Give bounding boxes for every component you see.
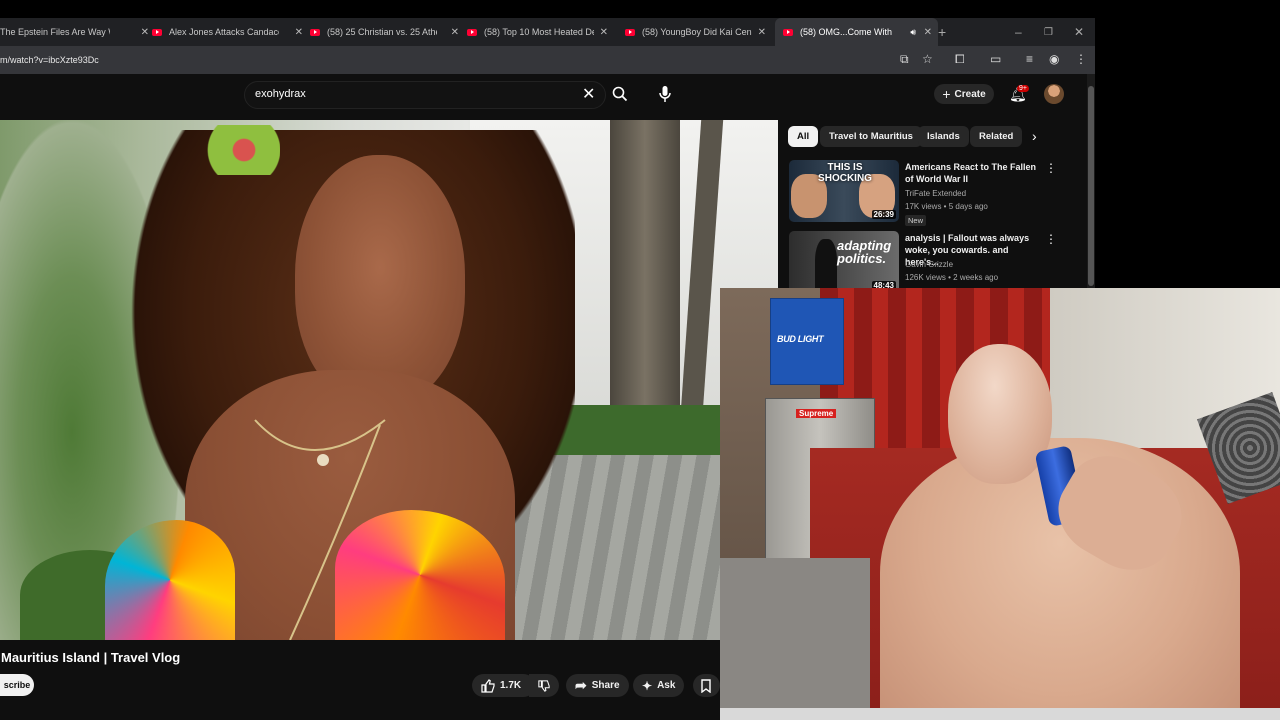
tab-2[interactable]: Alex Jones Attacks Candace Owens ✕ — [152, 18, 309, 46]
mic-icon[interactable] — [655, 84, 675, 104]
recommendation-meta: 17K views • 5 days ago — [905, 202, 988, 211]
chevron-right-icon[interactable]: › — [1032, 128, 1037, 144]
recommendation-channel[interactable]: Gavin Grizzle — [905, 259, 953, 271]
notification-badge: 9+ — [1017, 85, 1029, 92]
like-count: 1.7K — [500, 680, 522, 691]
thumbnail-text: THIS IS SHOCKING — [818, 162, 872, 184]
palm-trunk-image — [610, 120, 680, 420]
video-thumbnail[interactable]: adapting politics. 48:43 — [789, 231, 899, 293]
scrollbar-thumb[interactable] — [1088, 86, 1094, 286]
close-window-icon[interactable]: ✕ — [1074, 18, 1084, 46]
clear-search-icon[interactable]: ✕ — [582, 84, 595, 104]
minimize-icon[interactable]: – — [1015, 18, 1022, 46]
desk-edge-image — [720, 708, 1280, 720]
youtube-favicon-icon — [625, 28, 635, 36]
dislike-button[interactable] — [529, 674, 559, 697]
close-tab-icon[interactable]: ✕ — [758, 27, 766, 38]
url-text[interactable]: m/watch?v=ibcXzte93Dc — [0, 55, 99, 65]
subscribe-button[interactable]: scribe — [0, 674, 34, 696]
recommendation-title[interactable]: Americans React to The Fallen of World W… — [905, 161, 1040, 185]
tab-4[interactable]: (58) Top 10 Most Heated Debates ✕ — [467, 18, 614, 46]
speaker-icon[interactable]: 🔊︎ — [910, 27, 916, 38]
tab-1[interactable]: The Epstein Files Are Way Worse ✕ — [0, 18, 155, 46]
close-tab-icon[interactable]: ✕ — [600, 27, 608, 38]
bookmark-star-icon[interactable]: ☆ — [922, 52, 933, 66]
chip-islands[interactable]: Islands — [918, 126, 969, 147]
tab-title: (58) YoungBoy Did Kai Cenat Dirty — [642, 27, 752, 37]
share-icon: ➦ — [575, 677, 587, 693]
ask-label: Ask — [657, 680, 676, 691]
search-icon[interactable] — [612, 86, 628, 102]
close-tab-icon[interactable]: ✕ — [451, 27, 459, 38]
beer-box-label: BUD LIGHT — [777, 334, 824, 344]
search-input[interactable]: exohydrax — [255, 88, 306, 100]
reading-list-icon[interactable]: ≡ — [1026, 52, 1033, 66]
chip-travel-to-mauritius[interactable]: Travel to Mauritius — [820, 126, 922, 147]
video-thumbnail[interactable]: THIS IS SHOCKING 26:39 — [789, 160, 899, 222]
video-player[interactable] — [0, 120, 778, 640]
thumbs-up-icon — [481, 678, 495, 693]
restore-icon[interactable]: ❐ — [1044, 18, 1053, 46]
chip-related[interactable]: Related — [970, 126, 1023, 147]
tab-6-active[interactable]: (58) OMG...Come With Me 🔊︎ ✕ — [775, 18, 938, 46]
save-button[interactable] — [693, 674, 720, 697]
bookmark-icon — [701, 678, 711, 693]
create-button[interactable]: + Create — [934, 84, 994, 104]
new-badge: New — [905, 215, 927, 226]
thumbnail-text: adapting politics. — [837, 238, 892, 266]
tab-title: (58) 25 Christian vs. 25 Atheists — [327, 27, 437, 37]
person-image — [815, 239, 837, 293]
plus-icon: + — [942, 86, 951, 102]
avatar[interactable] — [1044, 84, 1064, 104]
sparkle-icon: ✦ — [642, 678, 653, 693]
webcam-overlay: BUD LIGHT Supreme — [720, 288, 1280, 720]
video-title: Mauritius Island | Travel Vlog — [1, 650, 181, 665]
youtube-favicon-icon — [783, 28, 793, 36]
tab-5[interactable]: (58) YoungBoy Did Kai Cenat Dirty ✕ — [625, 18, 772, 46]
tab-3[interactable]: (58) 25 Christian vs. 25 Atheists ✕ — [310, 18, 465, 46]
flower-image — [190, 125, 280, 175]
extensions-icon[interactable]: ⧠ — [955, 52, 965, 67]
cast-icon[interactable]: ▭ — [990, 52, 1001, 66]
youtube-favicon-icon — [310, 28, 320, 36]
close-tab-icon[interactable]: ✕ — [924, 27, 932, 38]
recommendation-meta: 126K views • 2 weeks ago — [905, 273, 999, 282]
youtube-favicon-icon — [152, 28, 162, 36]
browser-tab-strip: The Epstein Files Are Way Worse ✕ Alex J… — [0, 18, 1095, 46]
youtube-favicon-icon — [467, 28, 477, 36]
duration-badge: 26:39 — [871, 210, 896, 219]
ask-button[interactable]: ✦ Ask — [633, 674, 685, 697]
face-image — [295, 155, 465, 405]
tab-title: (58) Top 10 Most Heated Debates — [484, 27, 594, 37]
like-button[interactable]: 1.7K — [472, 674, 535, 697]
chip-all[interactable]: All — [788, 126, 819, 147]
recommendation-channel[interactable]: TriFate Extended — [905, 188, 966, 200]
create-label: Create — [954, 88, 986, 100]
tab-title: (58) OMG...Come With Me — [800, 27, 892, 37]
share-button[interactable]: ➦ Share — [566, 674, 629, 697]
new-tab-button[interactable]: + — [938, 18, 946, 46]
close-tab-icon[interactable]: ✕ — [295, 27, 303, 38]
tab-title: The Epstein Files Are Way Worse — [0, 27, 110, 37]
more-options-icon[interactable]: ⋮ — [1045, 232, 1057, 246]
install-app-icon[interactable]: ⧉ — [900, 52, 909, 67]
share-label: Share — [591, 680, 620, 691]
sticker-label: Supreme — [796, 409, 837, 418]
menu-icon[interactable]: ⋮ — [1075, 52, 1087, 66]
tab-title: Alex Jones Attacks Candace Owens — [169, 27, 279, 37]
more-options-icon[interactable]: ⋮ — [1045, 161, 1057, 175]
thumbs-down-icon — [538, 679, 550, 692]
profile-icon[interactable]: ◉ — [1049, 52, 1059, 66]
floor-image — [720, 558, 870, 720]
close-tab-icon[interactable]: ✕ — [141, 27, 149, 38]
beer-box-image: BUD LIGHT — [770, 298, 844, 385]
